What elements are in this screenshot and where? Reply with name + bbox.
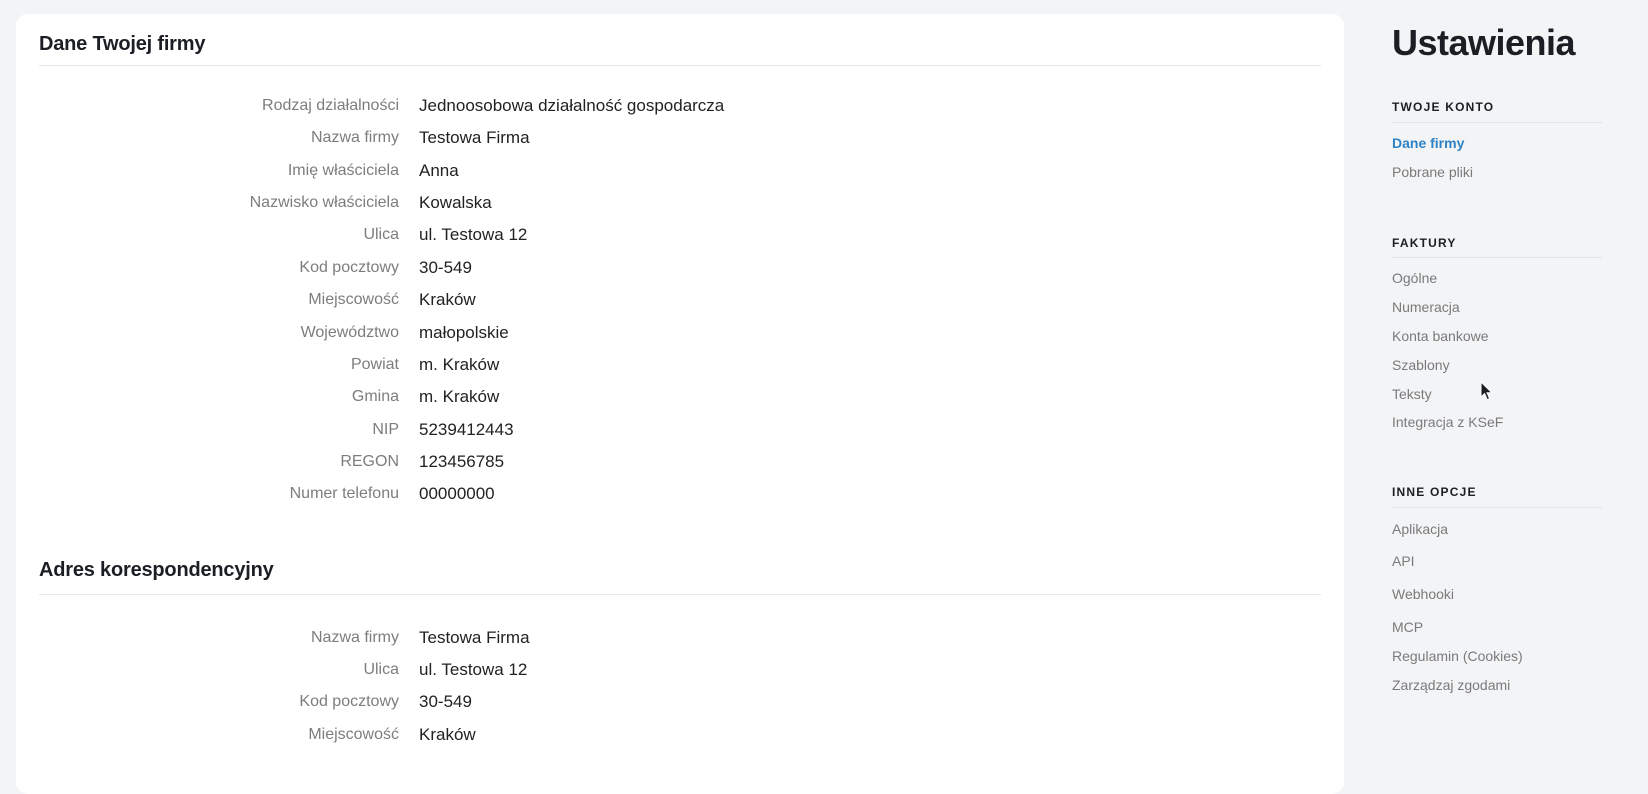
- detail-row-company-name: Nazwa firmy Testowa Firma: [16, 126, 1344, 150]
- detail-label: Kod pocztowy: [299, 259, 399, 276]
- company-details-card: Dane Twojej firmy Rodzaj działalności Je…: [16, 14, 1344, 794]
- detail-label: Ulica: [363, 226, 399, 243]
- group-divider: [1392, 257, 1602, 258]
- detail-label: Kod pocztowy: [299, 693, 399, 710]
- detail-value: m. Kraków: [419, 355, 500, 374]
- detail-label: Nazwa firmy: [310, 129, 399, 146]
- detail-label: Województwo: [300, 324, 399, 341]
- detail-label: Nazwisko właściciela: [249, 194, 399, 211]
- detail-label: Miejscowość: [308, 291, 399, 308]
- detail-value: Testowa Firma: [419, 128, 530, 147]
- correspondence-section-divider: [39, 594, 1321, 595]
- nav-item-terms-cookies[interactable]: Regulamin (Cookies): [1392, 648, 1523, 664]
- detail-row-corr-street: Ulica ul. Testowa 12: [16, 658, 1344, 682]
- nav-item-mcp[interactable]: MCP: [1392, 619, 1423, 635]
- detail-value: Kraków: [419, 290, 476, 309]
- detail-value: 123456785: [419, 452, 505, 471]
- company-section-divider: [39, 65, 1321, 66]
- detail-row-municipality: Gmina m. Kraków: [16, 385, 1344, 409]
- nav-item-ksef-integration[interactable]: Integracja z KSeF: [1392, 414, 1503, 430]
- detail-row-owner-last-name: Nazwisko właściciela Kowalska: [16, 191, 1344, 215]
- detail-value: Testowa Firma: [419, 628, 530, 647]
- detail-value: Jednoosobowa działalność gospodarcza: [419, 96, 725, 115]
- group-heading-other-options: INNE OPCJE: [1392, 485, 1477, 499]
- detail-row-regon: REGON 123456785: [16, 450, 1344, 474]
- settings-title: Ustawienia: [1392, 22, 1576, 63]
- detail-row-business-type: Rodzaj działalności Jednoosobowa działal…: [16, 94, 1344, 118]
- nav-item-bank-accounts[interactable]: Konta bankowe: [1392, 328, 1489, 344]
- detail-row-corr-company-name: Nazwa firmy Testowa Firma: [16, 626, 1344, 650]
- nav-item-downloaded-files[interactable]: Pobrane pliki: [1392, 164, 1473, 180]
- detail-row-postal-code: Kod pocztowy 30-549: [16, 256, 1344, 280]
- detail-row-county: Powiat m. Kraków: [16, 353, 1344, 377]
- correspondence-section-title: Adres korespondencyjny: [39, 559, 274, 581]
- nav-item-numbering[interactable]: Numeracja: [1392, 299, 1460, 315]
- group-heading-invoices: FAKTURY: [1392, 236, 1457, 250]
- detail-value: małopolskie: [419, 323, 509, 342]
- detail-label: Gmina: [351, 388, 399, 405]
- detail-label: Miejscowość: [308, 726, 399, 743]
- detail-label: Rodzaj działalności: [262, 97, 399, 114]
- detail-value: 00000000: [419, 484, 495, 503]
- detail-value: Kowalska: [419, 193, 492, 212]
- detail-label: NIP: [372, 421, 399, 438]
- mouse-pointer-icon: [1480, 381, 1494, 401]
- nav-item-api[interactable]: API: [1392, 553, 1415, 569]
- nav-item-texts[interactable]: Teksty: [1392, 386, 1432, 402]
- detail-row-street: Ulica ul. Testowa 12: [16, 223, 1344, 247]
- detail-row-nip: NIP 5239412443: [16, 418, 1344, 442]
- detail-value: 5239412443: [419, 420, 514, 439]
- nav-item-application[interactable]: Aplikacja: [1392, 521, 1448, 537]
- detail-row-phone: Numer telefonu 00000000: [16, 482, 1344, 506]
- detail-label: Imię właściciela: [287, 162, 399, 179]
- detail-row-owner-first-name: Imię właściciela Anna: [16, 159, 1344, 183]
- nav-item-company-data[interactable]: Dane firmy: [1392, 135, 1464, 151]
- group-heading-account: TWOJE KONTO: [1392, 100, 1495, 114]
- detail-value: 30-549: [419, 692, 472, 711]
- detail-label: REGON: [340, 453, 399, 470]
- detail-label: Powiat: [350, 356, 399, 373]
- group-divider: [1392, 507, 1602, 508]
- detail-row-corr-city: Miejscowość Kraków: [16, 723, 1344, 747]
- nav-item-templates[interactable]: Szablony: [1392, 357, 1450, 373]
- detail-value: 30-549: [419, 258, 472, 277]
- nav-item-general[interactable]: Ogólne: [1392, 270, 1437, 286]
- company-section-title: Dane Twojej firmy: [39, 33, 206, 55]
- detail-row-voivodeship: Województwo małopolskie: [16, 321, 1344, 345]
- detail-value: Kraków: [419, 725, 476, 744]
- detail-value: m. Kraków: [419, 387, 500, 406]
- detail-value: ul. Testowa 12: [419, 660, 528, 679]
- detail-value: ul. Testowa 12: [419, 225, 528, 244]
- settings-sidebar: Ustawienia TWOJE KONTO Dane firmy Pobran…: [1392, 0, 1612, 772]
- detail-row-city: Miejscowość Kraków: [16, 288, 1344, 312]
- detail-label: Nazwa firmy: [310, 629, 399, 646]
- nav-item-webhooks[interactable]: Webhooki: [1392, 586, 1454, 602]
- detail-value: Anna: [419, 161, 459, 180]
- detail-label: Numer telefonu: [289, 485, 399, 502]
- group-divider: [1392, 122, 1602, 123]
- nav-item-manage-consents[interactable]: Zarządzaj zgodami: [1392, 677, 1510, 693]
- detail-row-corr-postal-code: Kod pocztowy 30-549: [16, 690, 1344, 714]
- detail-label: Ulica: [363, 661, 399, 678]
